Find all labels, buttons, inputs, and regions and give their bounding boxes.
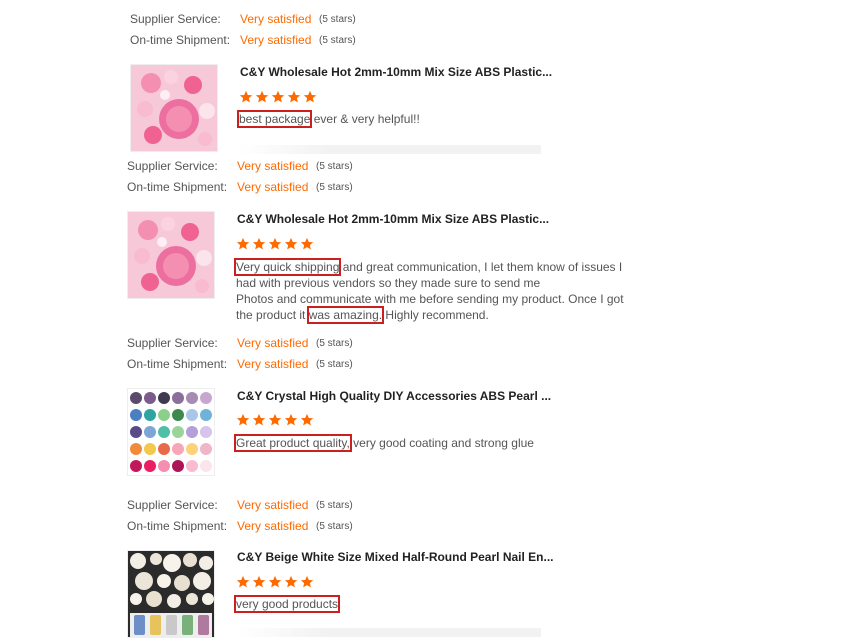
highlighted-phrase: Great product quality,: [234, 434, 352, 452]
product-thumbnail[interactable]: [127, 211, 215, 299]
on-time-shipment-stars: (5 stars): [316, 182, 353, 193]
star-icon: [236, 575, 250, 588]
product-thumbnail[interactable]: [127, 550, 215, 638]
star-icon: [303, 90, 317, 103]
on-time-shipment-value: Very satisfied: [237, 357, 309, 371]
star-icon: [252, 575, 266, 588]
supplier-service-label: Supplier Service:: [127, 336, 218, 350]
review-text-rest: ever & very helpful!!: [310, 112, 420, 126]
supplier-service-stars: (5 stars): [316, 500, 353, 511]
highlighted-phrase: was amazing.: [306, 306, 385, 324]
product-thumbnail[interactable]: [127, 388, 215, 476]
product-title-link[interactable]: C&Y Crystal High Quality DIY Accessories…: [237, 389, 551, 403]
on-time-shipment-label: On-time Shipment:: [127, 180, 228, 194]
on-time-shipment-stars: (5 stars): [319, 35, 356, 46]
star-icon: [268, 575, 282, 588]
on-time-shipment-value: Very satisfied: [237, 180, 309, 194]
star-icon: [300, 237, 314, 250]
pink-pearls-image: [128, 212, 214, 298]
supplier-service-value: Very satisfied: [237, 498, 309, 512]
review-text: very good products: [233, 595, 628, 613]
product-title-link[interactable]: C&Y Beige White Size Mixed Half-Round Pe…: [237, 550, 554, 564]
product-thumbnail[interactable]: [130, 64, 218, 152]
product-title-link[interactable]: C&Y Wholesale Hot 2mm-10mm Mix Size ABS …: [237, 212, 549, 226]
on-time-shipment-label: On-time Shipment:: [130, 33, 231, 47]
review-text-rest: very good coating and strong glue: [349, 436, 534, 450]
pink-pearls-image: [131, 65, 217, 151]
star-icon: [255, 90, 269, 103]
star-icon: [236, 237, 250, 250]
supplier-service-value: Very satisfied: [237, 159, 309, 173]
color-pearls-image: [128, 389, 214, 475]
on-time-shipment-value: Very satisfied: [240, 33, 312, 47]
review-text: Very quick shipping and great communicat…: [233, 258, 628, 324]
star-icon: [268, 413, 282, 426]
star-rating: [236, 413, 314, 427]
star-icon: [300, 575, 314, 588]
review-text-rest: Highly recommend.: [382, 308, 489, 322]
white-pearls-image: [128, 551, 214, 637]
star-icon: [252, 413, 266, 426]
divider: [236, 628, 541, 637]
product-title-link[interactable]: C&Y Wholesale Hot 2mm-10mm Mix Size ABS …: [240, 65, 552, 79]
supplier-service-label: Supplier Service:: [127, 498, 218, 512]
divider: [239, 145, 541, 154]
on-time-shipment-label: On-time Shipment:: [127, 357, 228, 371]
star-icon: [284, 575, 298, 588]
star-icon: [287, 90, 301, 103]
supplier-service-stars: (5 stars): [316, 161, 353, 172]
supplier-service-stars: (5 stars): [316, 338, 353, 349]
star-icon: [268, 237, 282, 250]
star-icon: [239, 90, 253, 103]
supplier-service-value: Very satisfied: [240, 12, 312, 26]
star-icon: [236, 413, 250, 426]
highlighted-phrase: very good products: [233, 595, 341, 613]
on-time-shipment-stars: (5 stars): [316, 521, 353, 532]
supplier-service-label: Supplier Service:: [127, 159, 218, 173]
on-time-shipment-value: Very satisfied: [237, 519, 309, 533]
star-rating: [236, 575, 314, 589]
supplier-service-value: Very satisfied: [237, 336, 309, 350]
star-icon: [284, 237, 298, 250]
on-time-shipment-label: On-time Shipment:: [127, 519, 228, 533]
review-text: Great product quality, very good coating…: [234, 434, 628, 452]
star-icon: [271, 90, 285, 103]
supplier-service-stars: (5 stars): [319, 14, 356, 25]
highlighted-phrase: best package: [236, 110, 313, 128]
star-rating: [239, 90, 317, 104]
review-text: best package ever & very helpful!!: [236, 110, 629, 128]
star-icon: [300, 413, 314, 426]
star-icon: [284, 413, 298, 426]
star-rating: [236, 237, 314, 251]
star-icon: [252, 237, 266, 250]
highlighted-phrase: Very quick shipping: [233, 258, 342, 276]
on-time-shipment-stars: (5 stars): [316, 359, 353, 370]
supplier-service-label: Supplier Service:: [130, 12, 221, 26]
